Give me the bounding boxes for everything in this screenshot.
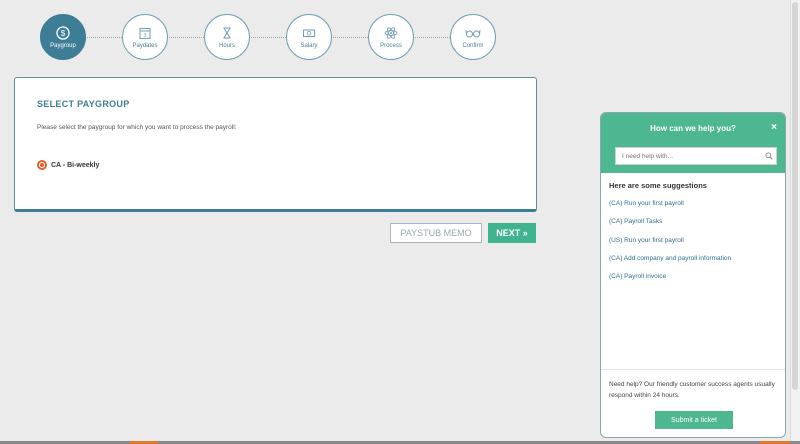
help-divider	[601, 369, 785, 370]
suggestion-link[interactable]: (CA) Add company and payroll information	[609, 255, 731, 262]
suggestion-link[interactable]: (CA) Payroll invoice	[609, 273, 666, 280]
paygroup-option[interactable]: CA - Bi-weekly	[37, 160, 99, 170]
step-paygroup[interactable]: $ Paygroup	[40, 14, 86, 60]
help-panel: How can we help you? × Here are some sug…	[600, 112, 786, 438]
paygroup-card: SELECT PAYGROUP Please select the paygro…	[14, 77, 537, 212]
step-label: Paygroup	[50, 43, 76, 49]
glasses-icon	[465, 25, 481, 41]
step-confirm[interactable]: Confirm	[450, 14, 496, 60]
step-label: Salary	[300, 43, 318, 49]
suggestion-link[interactable]: (CA) Run your first payroll	[609, 200, 684, 207]
step-label: Hours	[218, 43, 235, 49]
help-title: How can we help you?	[650, 124, 736, 133]
suggestions-title: Here are some suggestions	[609, 181, 707, 190]
help-footer-text: Need help? Our friendly customer success…	[609, 381, 775, 399]
step-label: Paydates	[132, 43, 158, 49]
suggestion-link[interactable]: (CA) Payroll Tasks	[609, 218, 662, 225]
help-header: How can we help you? ×	[601, 113, 785, 173]
close-icon[interactable]: ×	[771, 122, 777, 133]
step-hours[interactable]: Hours	[204, 14, 250, 60]
svg-text:$: $	[61, 29, 66, 38]
dollar-circle-icon: $	[55, 25, 71, 41]
atom-icon	[383, 25, 399, 41]
suggestion-link[interactable]: (US) Run your first payroll	[609, 237, 684, 244]
card-description: Please select the paygroup for which you…	[37, 124, 237, 131]
search-icon[interactable]	[762, 149, 776, 163]
step-label: Confirm	[462, 43, 484, 49]
progress-stepper: $ Paygroup 3 Paydates Hours Salary Proce…	[40, 12, 500, 64]
svg-text:3: 3	[143, 33, 146, 39]
help-search-box[interactable]	[615, 147, 777, 165]
step-paydates[interactable]: 3 Paydates	[122, 14, 168, 60]
hourglass-icon	[219, 25, 235, 41]
money-icon	[301, 25, 317, 41]
step-label: Process	[380, 43, 402, 49]
help-search-input[interactable]	[616, 148, 762, 164]
paystub-memo-button[interactable]: PAYSTUB MEMO	[390, 223, 482, 243]
page-scrollbar[interactable]	[790, 0, 800, 444]
paygroup-option-label[interactable]: CA - Bi-weekly	[51, 162, 99, 169]
scrollbar-thumb[interactable]	[792, 2, 798, 390]
card-title: SELECT PAYGROUP	[37, 99, 130, 109]
step-salary[interactable]: Salary	[286, 14, 332, 60]
step-process[interactable]: Process	[368, 14, 414, 60]
calendar-icon: 3	[137, 25, 153, 41]
submit-ticket-button[interactable]: Submit a ticket	[655, 411, 733, 429]
next-button[interactable]: NEXT »	[488, 223, 536, 243]
radio-selected-icon[interactable]	[37, 160, 47, 170]
